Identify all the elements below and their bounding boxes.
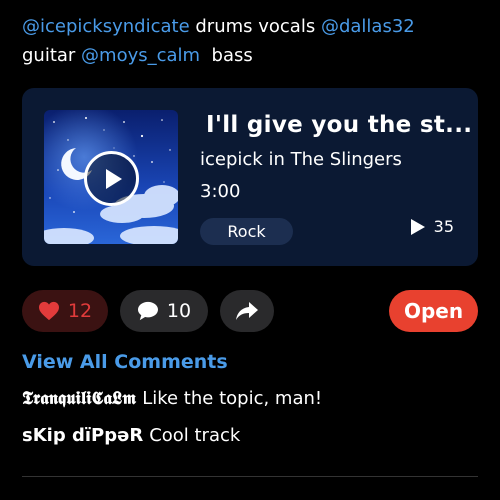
track-title[interactable]: I'll give you the st... [206, 112, 472, 138]
comment-author[interactable]: sKip dïPpəR [22, 425, 143, 446]
mention-dallas32[interactable]: @dallas32 [321, 16, 415, 37]
comment-item: 𝕿𝖗𝖆𝖓𝖖𝖚𝖎𝖑𝖎𝕮𝖆𝕷𝖒 Like the topic, man! [22, 388, 322, 409]
play-icon [105, 168, 122, 189]
role-drums-vocals: drums vocals [189, 16, 321, 37]
comment-count: 10 [166, 300, 192, 322]
like-button[interactable]: 12 [22, 290, 108, 332]
genre-tag[interactable]: Rock [200, 218, 293, 245]
comment-text: Cool track [149, 425, 241, 446]
comment-item: sKip dïPpəR Cool track [22, 425, 240, 446]
role-guitar: guitar [22, 45, 82, 66]
credits-text: @icepicksyndicate drums vocals @dallas32… [22, 12, 482, 70]
track-duration: 3:00 [200, 181, 241, 202]
speech-bubble-icon [137, 301, 158, 321]
play-count-value: 35 [433, 217, 454, 236]
play-count-icon [410, 218, 425, 235]
like-count: 12 [67, 300, 93, 322]
comment-text: Like the topic, man! [142, 388, 323, 409]
play-count: 35 [410, 217, 454, 236]
open-button[interactable]: Open [389, 290, 478, 332]
comment-button[interactable]: 10 [120, 290, 208, 332]
track-card[interactable]: I'll give you the st... icepick in The S… [22, 88, 478, 266]
mention-moys-calm[interactable]: @moys_calm [81, 45, 200, 66]
track-artist[interactable]: icepick in The Slingers [200, 149, 402, 170]
action-bar: 12 10 Open [22, 290, 478, 332]
play-button[interactable] [84, 151, 139, 206]
album-art[interactable] [44, 110, 178, 244]
heart-icon [38, 301, 59, 321]
view-all-comments-link[interactable]: View All Comments [22, 351, 228, 373]
share-button[interactable] [220, 290, 274, 332]
share-arrow-icon [236, 302, 258, 320]
mention-icepicksyndicate[interactable]: @icepicksyndicate [22, 16, 190, 37]
divider [22, 476, 478, 477]
comment-author[interactable]: 𝕿𝖗𝖆𝖓𝖖𝖚𝖎𝖑𝖎𝕮𝖆𝕷𝖒 [22, 388, 136, 409]
role-bass: bass [200, 45, 253, 66]
